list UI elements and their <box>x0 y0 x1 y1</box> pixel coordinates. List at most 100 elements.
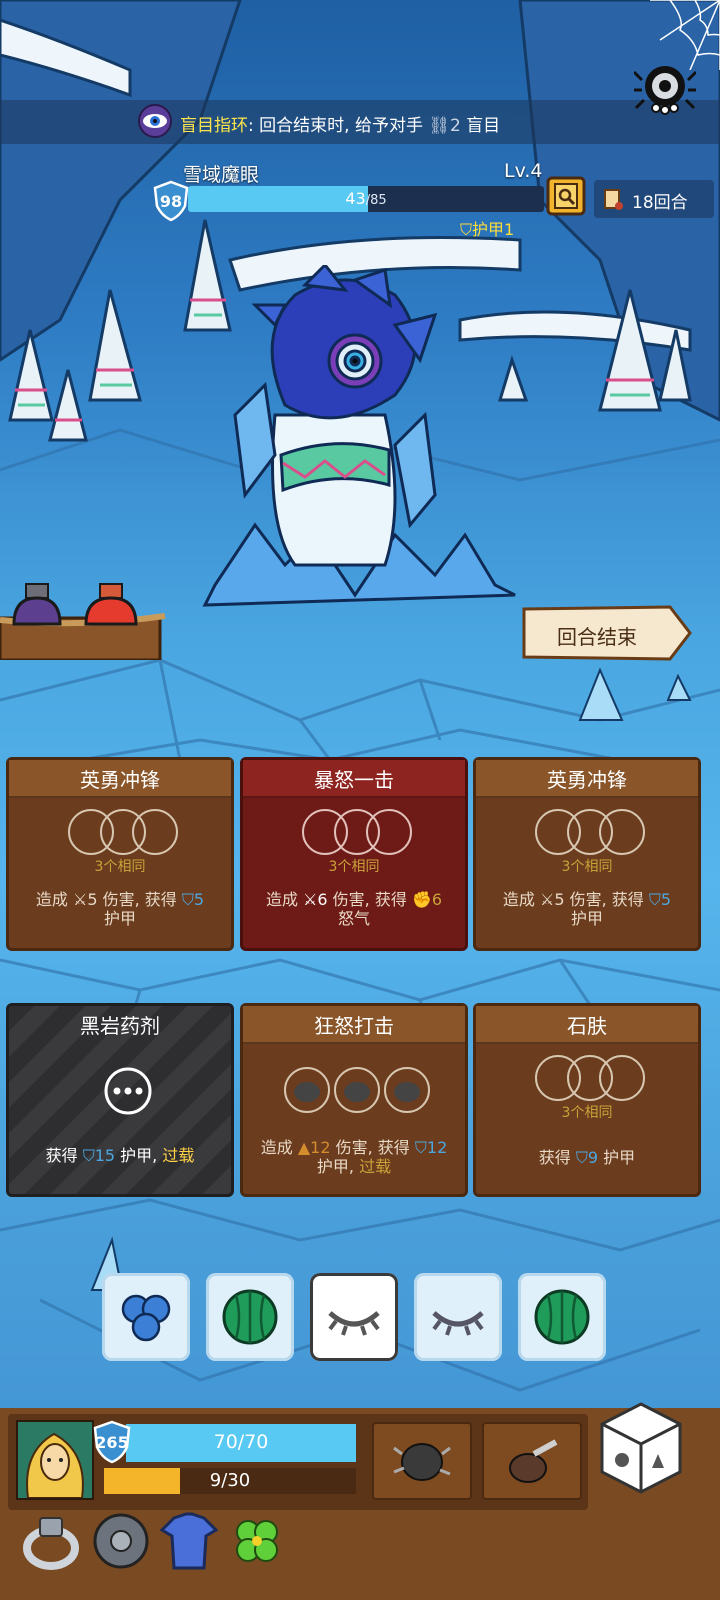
shield-icon: ⛉ <box>414 1138 427 1157</box>
boot-icon: ▲ <box>297 1138 311 1157</box>
enemy-hp-max: /85 <box>365 193 387 208</box>
card-damage: 12 <box>310 1138 331 1157</box>
card-requirement: 3个相同 <box>328 859 380 875</box>
shield-icon: ⛉ <box>575 1148 588 1167</box>
enemy-armor-text: 护甲1 <box>472 220 515 239</box>
card-overload: 过载 <box>162 1146 195 1165</box>
effect-status: 盲目 <box>466 116 501 136</box>
dice-slots <box>284 1067 430 1113</box>
hero-avatar-icon <box>26 1432 84 1498</box>
round-shield-icon[interactable] <box>88 1508 154 1574</box>
armor-shield-icon: ⛉ <box>460 220 473 239</box>
dice-slots <box>302 809 412 855</box>
settings-gear-icon[interactable] <box>634 60 696 116</box>
watermelon-icon <box>222 1289 278 1345</box>
more-options-icon <box>104 1067 152 1115</box>
monster-info-book-icon[interactable] <box>546 176 586 216</box>
chain-icon: ⛓ <box>428 116 450 136</box>
card-description: 获得 ⛉9 护甲 <box>484 1148 690 1167</box>
enemy-armor-tag: ⛉护甲1 <box>460 216 514 240</box>
snow-eye-monster[interactable] <box>195 265 525 625</box>
roll-dice-button[interactable] <box>598 1402 684 1494</box>
enemy-name: 雪域魔眼 <box>183 164 260 186</box>
dark-potion-icon[interactable] <box>12 583 62 626</box>
card-description: 造成 ▲12 伤害, 获得 ⛉12 护甲, 过载 <box>251 1138 457 1176</box>
player-shield-badge: 265 <box>92 1420 132 1464</box>
player-rage-text: 9/30 <box>209 1470 251 1491</box>
card-description: 获得 ⛉15 护甲, 过载 <box>17 1146 223 1165</box>
turn-counter: 18回合 <box>594 180 714 218</box>
turn-count: 18回合 <box>632 193 688 213</box>
card-description: 造成 ⚔5 伤害, 获得 ⛉5 护甲 <box>484 890 690 928</box>
card-title: 黑岩药剂 <box>80 1014 160 1038</box>
die-closed-eye-selected[interactable] <box>310 1273 398 1361</box>
card-desc-part: 造成 <box>265 890 298 909</box>
card-desc-part: 护甲, <box>316 1157 360 1176</box>
card-desc-part: 伤害, 获得 <box>330 1138 415 1157</box>
card-description: 造成 ⚔5 伤害, 获得 ⛉5 护甲 <box>17 890 223 928</box>
card-desc-part: 获得 <box>538 1148 576 1167</box>
fist-icon: ✊ <box>411 890 432 909</box>
card-armor: 5 <box>660 890 672 909</box>
card-desc-part: 获得 <box>45 1146 83 1165</box>
skill-card-furious-strike[interactable]: 暴怒一击 3个相同 造成 ⚔6 伤害, 获得 ✊6 怒气 <box>240 757 468 951</box>
sword-icon: ⚔ <box>540 890 555 909</box>
enemy-hp-bar: 43/85 <box>188 186 544 212</box>
card-desc-part: 伤害, 获得 <box>97 890 182 909</box>
sword-icon: ⚔ <box>303 890 318 909</box>
card-desc-part: 护甲, <box>115 1146 163 1165</box>
card-armor: 12 <box>426 1138 448 1157</box>
red-potion-icon[interactable] <box>84 583 138 626</box>
die-closed-eye[interactable] <box>414 1273 502 1361</box>
watermelon-icon <box>534 1289 590 1345</box>
card-damage: 6 <box>317 890 328 909</box>
card-armor: 15 <box>94 1146 116 1165</box>
spiked-fist-icon <box>393 1443 451 1481</box>
end-turn-button[interactable]: 回合结束 <box>522 605 692 661</box>
silver-ring-icon[interactable] <box>18 1508 84 1574</box>
card-overload: 过载 <box>359 1157 392 1176</box>
card-desc-part: 护甲 <box>570 909 603 928</box>
skill-card-heroic-charge-1[interactable]: 英勇冲锋 3个相同 造成 ⚔5 伤害, 获得 ⛉5 护甲 <box>6 757 234 951</box>
card-title: 暴怒一击 <box>314 768 394 792</box>
end-turn-label: 回合结束 <box>557 625 637 649</box>
blue-tunic-icon[interactable] <box>156 1508 222 1574</box>
die-watermelon-1[interactable] <box>206 1273 294 1361</box>
die-watermelon-2[interactable] <box>518 1273 606 1361</box>
closed-eye-icon <box>328 1311 380 1336</box>
effect-amount: 2 <box>449 116 461 136</box>
card-armor: 9 <box>587 1148 599 1167</box>
skill-card-heroic-charge-2[interactable]: 英勇冲锋 3个相同 造成 ⚔5 伤害, 获得 ⛉5 护甲 <box>473 757 701 951</box>
enemy-level: Lv.4 <box>504 160 543 182</box>
player-hp-text: 70/70 <box>213 1431 269 1453</box>
scroll-icon <box>604 189 623 210</box>
skill-card-rage-strike[interactable]: 狂怒打击 造成 ▲12 伤害, 获得 ⛉12 护甲, 过载 <box>240 1003 468 1197</box>
skill-card-blackrock-potion[interactable]: 黑岩药剂 获得 ⛉15 护甲, 过载 <box>6 1003 234 1197</box>
player-hp-bar: 70/70 <box>126 1424 356 1462</box>
die-blueberries[interactable] <box>102 1273 190 1361</box>
shield-icon: ⛉ <box>181 890 194 909</box>
card-requirement: 3个相同 <box>561 1105 613 1121</box>
boulder-throw-icon <box>509 1439 558 1483</box>
skill-card-stoneskin[interactable]: 石肤 3个相同 获得 ⛉9 护甲 <box>473 1003 701 1197</box>
hero-portrait[interactable] <box>16 1420 94 1500</box>
enemy-shield-value: 98 <box>159 191 183 211</box>
card-title: 狂怒打击 <box>314 1014 394 1038</box>
clover-charm-icon[interactable] <box>224 1508 290 1574</box>
enemy-hp-text: 43/85 <box>188 189 544 208</box>
card-damage: 5 <box>87 890 98 909</box>
effect-name: 盲目指环 <box>180 116 248 136</box>
enemy-hp-current: 43 <box>345 189 366 208</box>
skill-slot-boulder[interactable] <box>482 1422 582 1500</box>
card-desc-part: 伤害, 获得 <box>564 890 649 909</box>
potion-shelf <box>0 583 166 660</box>
card-description: 造成 ⚔6 伤害, 获得 ✊6 怒气 <box>251 890 457 928</box>
card-title: 英勇冲锋 <box>547 768 627 792</box>
shield-icon: ⛉ <box>648 890 661 909</box>
enemy-shield-badge: 98 <box>152 180 190 222</box>
card-desc-part: 造成 <box>260 1138 298 1157</box>
blueberries-icon <box>121 1294 171 1342</box>
skill-slot-fist[interactable] <box>372 1422 472 1500</box>
dice-slots <box>535 1055 645 1101</box>
card-desc-part: 造成 <box>502 890 535 909</box>
